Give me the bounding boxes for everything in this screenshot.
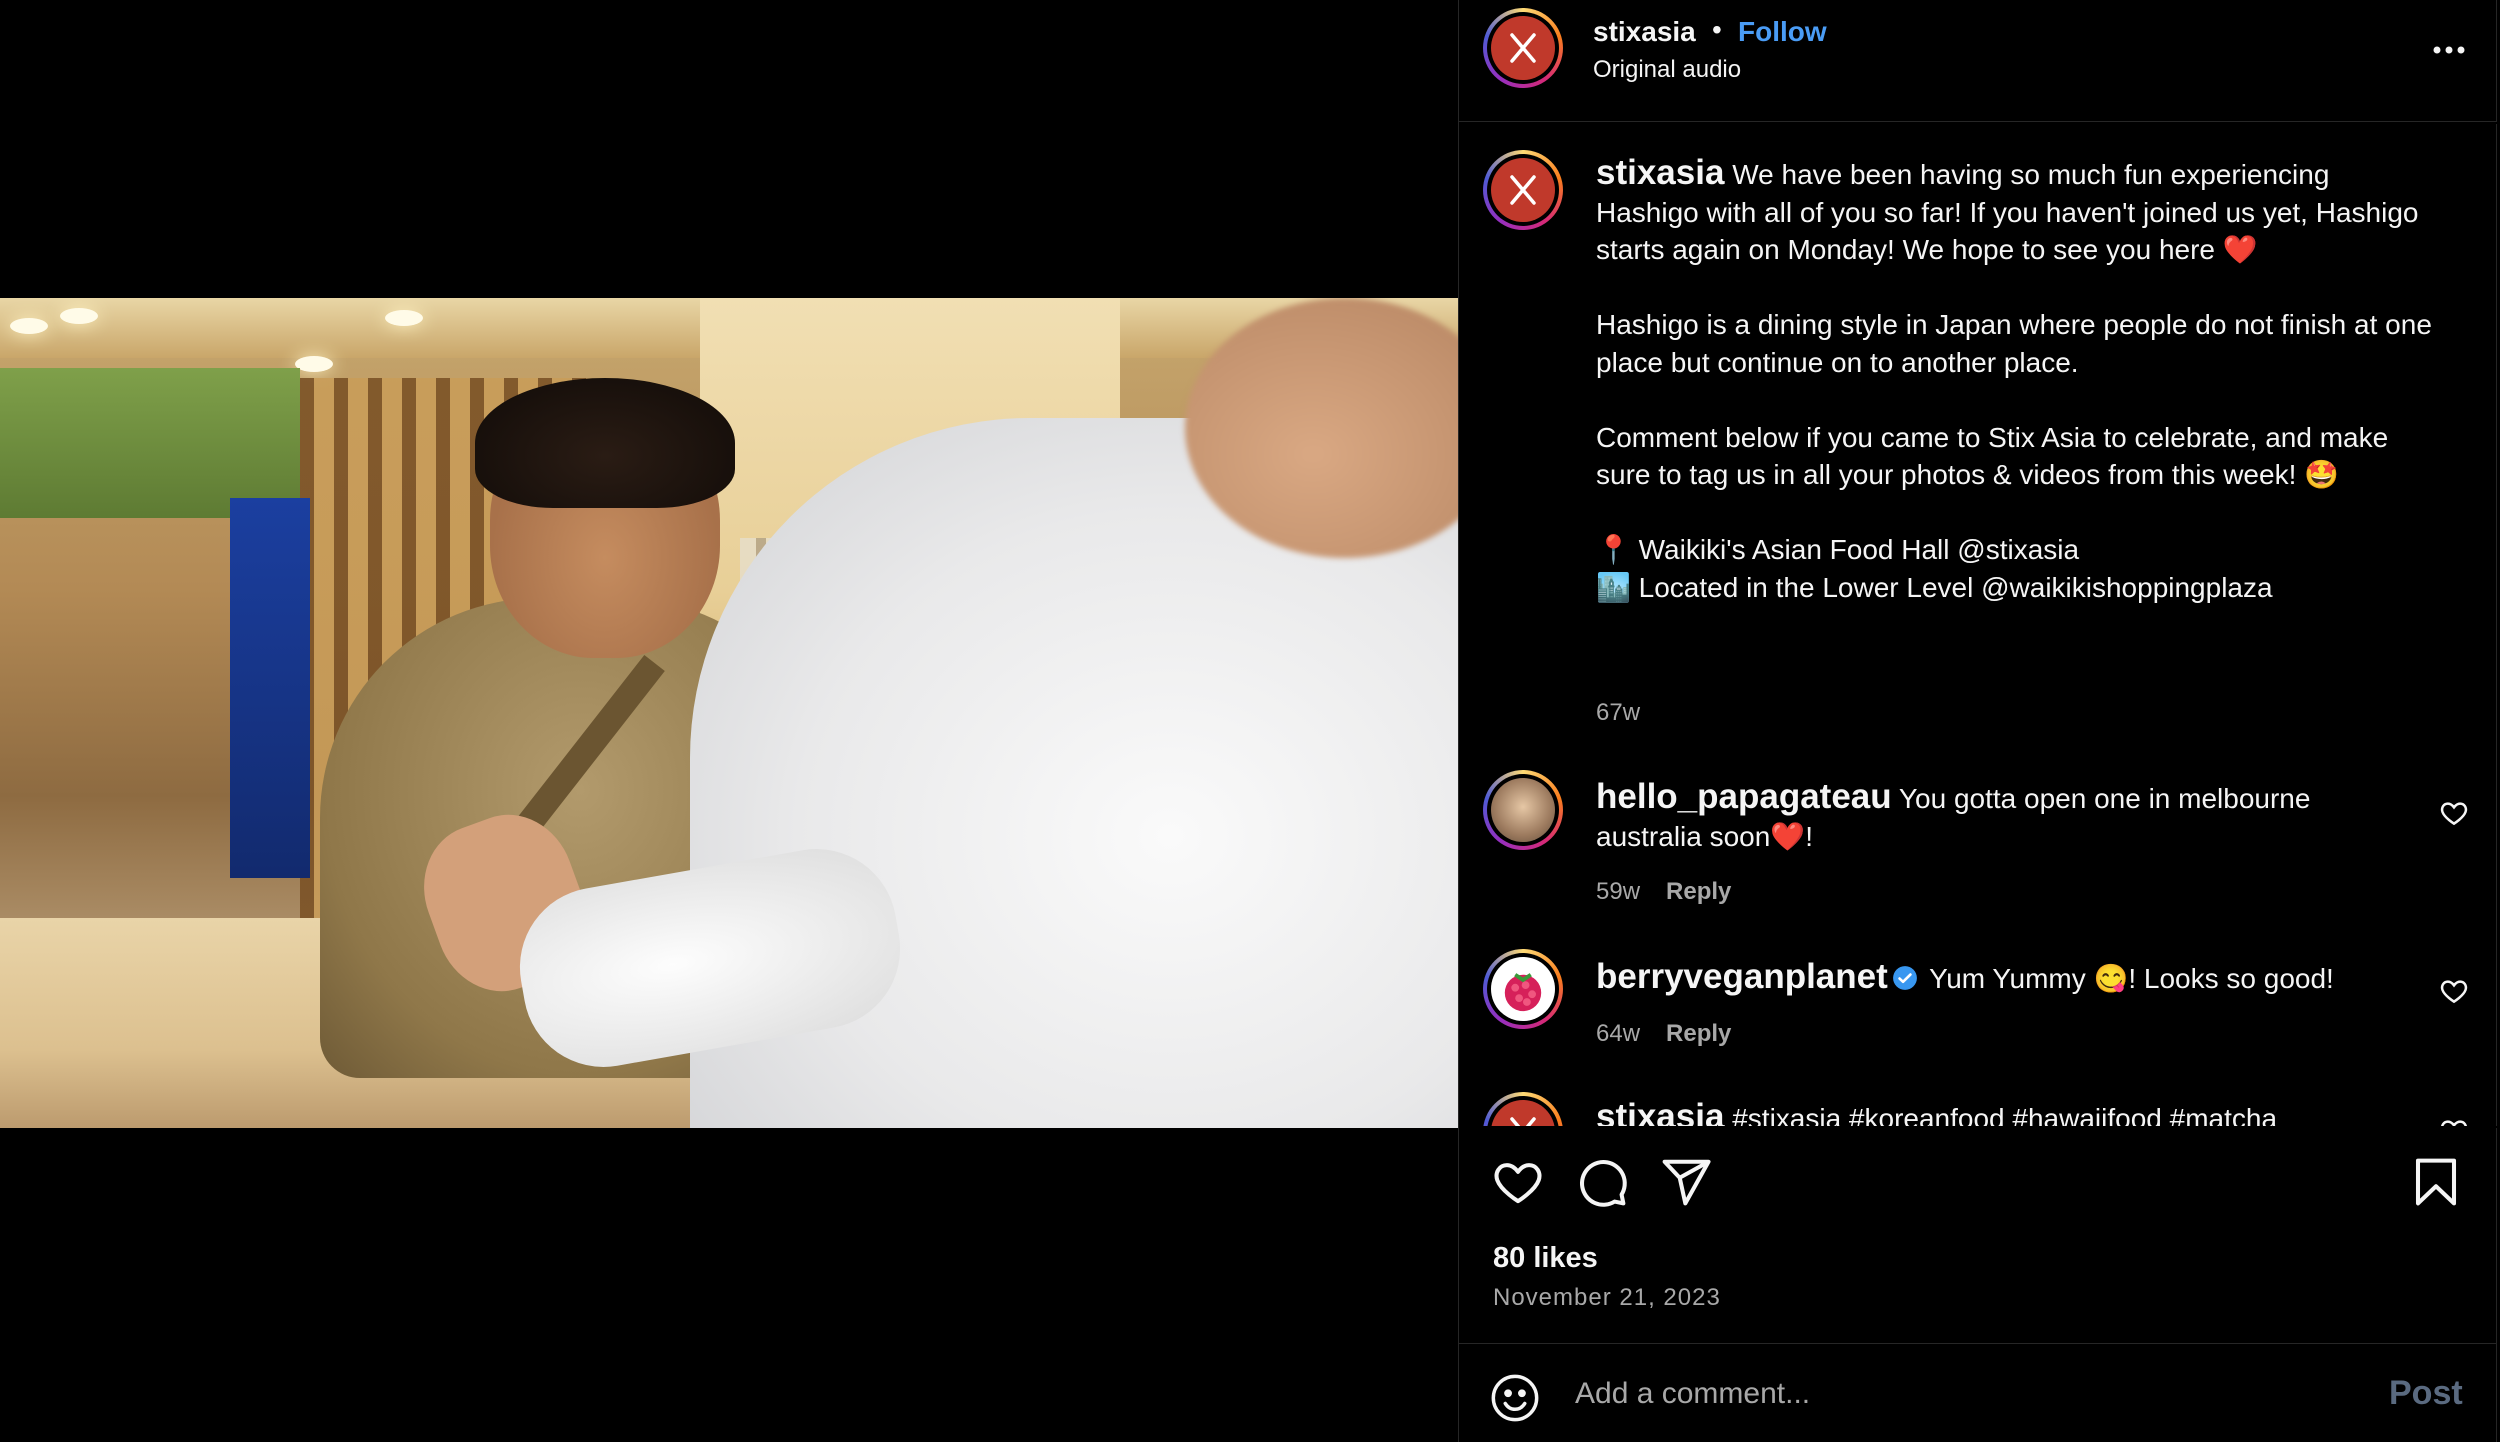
comment-age[interactable]: 64w	[1596, 1020, 1640, 1047]
media-area	[0, 0, 1458, 1442]
separator-dot: •	[1712, 14, 1722, 45]
avatar-border	[1487, 154, 1559, 226]
caption-avatar[interactable]	[1483, 150, 1563, 230]
post-panel: stixasia • Follow Original audio stixasi…	[1458, 0, 2500, 1442]
raspberry-icon	[1491, 957, 1555, 1021]
comment-composer: Post	[1459, 1344, 2497, 1442]
comment-meta: 59w Reply	[1596, 878, 1731, 906]
chopsticks-x-icon	[1510, 1117, 1536, 1126]
comment-username[interactable]: stixasia	[1596, 1097, 1724, 1126]
comment: berryveganplanet Yum Yummy 😋! Looks so g…	[1596, 958, 2416, 998]
chopsticks-x-icon	[1510, 33, 1536, 63]
stix-logo-icon	[1491, 158, 1555, 222]
video-frame-light	[10, 318, 48, 334]
comment-meta: 64w Reply	[1596, 1020, 1731, 1048]
comment-username[interactable]: berryveganplanet	[1596, 957, 1888, 996]
avatar-border	[1487, 1096, 1559, 1126]
avatar-border	[1487, 953, 1559, 1025]
video-frame-light	[385, 310, 423, 326]
comments-section[interactable]: stixasia We have been having so much fun…	[1459, 124, 2497, 1126]
post-header: stixasia • Follow Original audio	[1459, 0, 2497, 122]
verified-icon	[1892, 966, 1917, 990]
commenter-avatar[interactable]	[1483, 770, 1563, 850]
comment-icon[interactable]	[1575, 1155, 1629, 1209]
caption-username[interactable]: stixasia	[1596, 153, 1724, 192]
commenter-avatar[interactable]	[1483, 1092, 1563, 1126]
author-avatar[interactable]	[1483, 8, 1563, 88]
heart-icon[interactable]	[1491, 1155, 1545, 1209]
post-button[interactable]: Post	[2389, 1374, 2463, 1413]
video-frame-hair	[475, 378, 735, 508]
comment-text: Yum Yummy 😋! Looks so good!	[1929, 963, 2334, 994]
avatar-border	[1487, 774, 1559, 846]
commenter-avatar[interactable]	[1483, 949, 1563, 1029]
video-player[interactable]	[0, 298, 1458, 1128]
caption-text: We have been having so much fun experien…	[1596, 159, 2432, 603]
comment-age[interactable]: 59w	[1596, 878, 1640, 905]
video-frame-sign	[0, 368, 300, 518]
post-date[interactable]: November 21, 2023	[1493, 1284, 1721, 1312]
video-frame-light	[295, 356, 333, 372]
stix-logo-icon	[1491, 16, 1555, 80]
reply-button[interactable]: Reply	[1666, 878, 1731, 905]
user-photo-icon	[1491, 778, 1555, 842]
video-frame-light	[60, 308, 98, 324]
like-comment-heart-icon[interactable]	[2439, 798, 2469, 828]
comment-text: #stixasia #koreanfood #hawaiifood #match…	[1732, 1103, 2278, 1126]
follow-button[interactable]: Follow	[1738, 16, 1827, 48]
reply-button[interactable]: Reply	[1666, 1020, 1731, 1047]
like-comment-heart-icon[interactable]	[2439, 1116, 2469, 1126]
bookmark-icon[interactable]	[2409, 1155, 2463, 1209]
caption-age[interactable]: 67w	[1596, 699, 1640, 727]
caption: stixasia We have been having so much fun…	[1596, 154, 2436, 606]
more-icon	[2433, 46, 2465, 54]
stix-logo-icon	[1491, 1100, 1555, 1126]
chopsticks-x-icon	[1510, 175, 1536, 205]
action-bar: 80 likes November 21, 2023	[1459, 1128, 2497, 1344]
share-icon[interactable]	[1659, 1155, 1713, 1209]
video-frame-banner	[230, 498, 310, 878]
comment: stixasia #stixasia #koreanfood #hawaiifo…	[1596, 1098, 2416, 1126]
avatar-border	[1487, 12, 1559, 84]
likes-count[interactable]: 80 likes	[1493, 1242, 1598, 1275]
more-options-button[interactable]	[2419, 30, 2479, 70]
comment-input[interactable]	[1575, 1366, 2355, 1422]
comment-username[interactable]: hello_papagateau	[1596, 777, 1892, 816]
author-username[interactable]: stixasia	[1593, 16, 1696, 48]
comment: hello_papagateau You gotta open one in m…	[1596, 778, 2416, 855]
audio-label[interactable]: Original audio	[1593, 56, 1741, 84]
emoji-icon[interactable]	[1489, 1372, 1541, 1424]
like-comment-heart-icon[interactable]	[2439, 976, 2469, 1006]
